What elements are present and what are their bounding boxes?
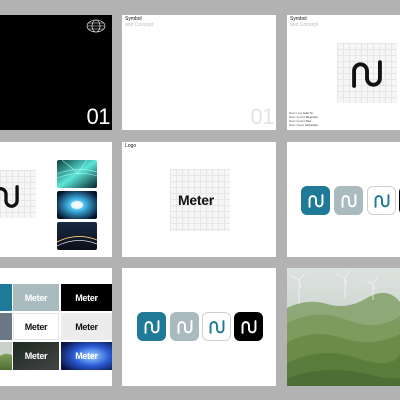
- bg-light-grey: Meter: [61, 313, 112, 340]
- bg-slate: [0, 313, 12, 340]
- app-icon-white: [202, 312, 231, 341]
- meter-logo-wordmark: Meter: [24, 321, 48, 332]
- slide-title: Logo: [125, 143, 137, 149]
- meter-logo-wordmark: Meter: [75, 321, 98, 332]
- photo-light-tunnel: [57, 160, 97, 188]
- meter-logo-wordmark: Meter: [178, 192, 214, 208]
- app-icon-sage: [334, 186, 363, 215]
- globe-wireframe-icon: [86, 19, 106, 33]
- photo-tunnel-vortex: [57, 191, 97, 219]
- meter-logo-wordmark: Meter: [24, 351, 48, 361]
- slide-cover-black[interactable]: 01: [0, 15, 112, 130]
- slide-icon-set[interactable]: [122, 268, 276, 386]
- slide-app-icons[interactable]: [287, 142, 400, 257]
- slide-number: 01: [86, 104, 111, 129]
- meter-logo-wordmark: Meter: [75, 292, 98, 303]
- slide-symbol-title[interactable]: Symbol and Concept 01: [122, 15, 276, 130]
- photo-highway-night: [57, 222, 97, 250]
- app-icon-black: [234, 312, 263, 341]
- slide-subtitle: and Concept: [290, 22, 319, 28]
- meter-m-symbol-icon: [0, 185, 22, 209]
- bg-dark-photo: Meter: [13, 342, 59, 370]
- meter-m-symbol-icon: [348, 60, 386, 88]
- meter-logo-wordmark: Meter: [24, 292, 48, 303]
- slide-subtitle: and Concept: [125, 22, 154, 28]
- bg-sage: Meter: [13, 284, 59, 311]
- app-icon-teal: [137, 312, 166, 341]
- bg-blue-glow: Meter: [61, 342, 112, 370]
- slide-symbol-photos[interactable]: [0, 142, 112, 257]
- bg-landscape: [0, 342, 12, 370]
- slide-logo-backgrounds[interactable]: Meter Meter Meter Meter Meter Meter: [0, 268, 112, 386]
- bg-teal: [0, 284, 12, 311]
- slide-number: 01: [250, 104, 275, 129]
- slide-logo[interactable]: Logo Meter: [122, 142, 276, 257]
- bg-white: Meter: [13, 313, 59, 340]
- meta-row: Meter Values Connection: [289, 124, 318, 127]
- wind-turbine-landscape-image: [287, 268, 400, 386]
- app-icon-teal: [301, 186, 330, 215]
- slide-symbol-detail[interactable]: Symbol and Concept Meter Logo Letter M M…: [287, 15, 400, 130]
- app-icon-white: [367, 186, 396, 215]
- app-icon-sage: [170, 312, 199, 341]
- bg-black: Meter: [61, 284, 112, 311]
- slide-wind-landscape-photo[interactable]: [287, 268, 400, 386]
- meter-logo-wordmark: Meter: [75, 351, 98, 361]
